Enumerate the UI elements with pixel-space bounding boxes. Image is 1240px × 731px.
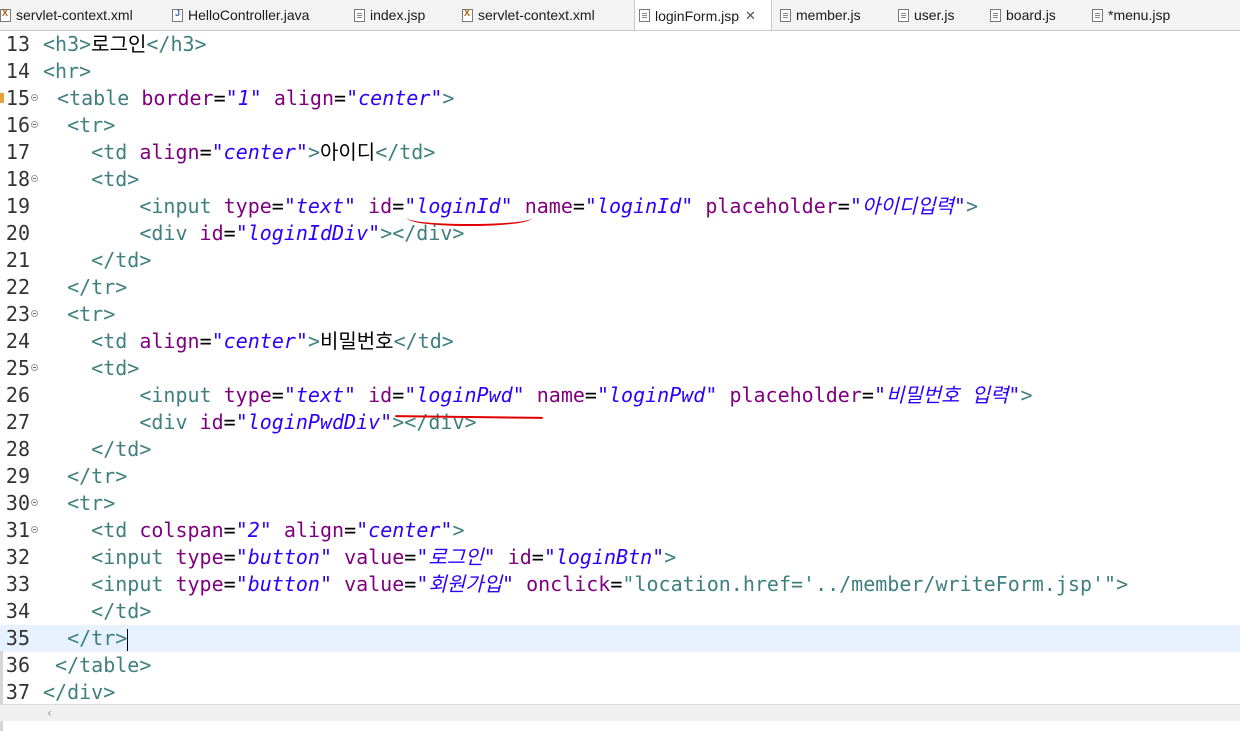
- code-line[interactable]: 34 </td>: [0, 598, 1240, 625]
- fold-toggle-icon[interactable]: [31, 121, 38, 128]
- line-number: 26: [5, 383, 30, 407]
- editor-tab-bar: servlet-context.xml HelloController.java…: [0, 0, 1240, 31]
- line-number: 14: [5, 59, 30, 83]
- line-number: 28: [5, 437, 30, 461]
- code-line[interactable]: 33 <input type="button" value="회원가입" onc…: [0, 571, 1240, 598]
- js-file-icon: [898, 8, 909, 22]
- jsp-file-icon: [1092, 8, 1103, 22]
- line-number: 35: [5, 626, 30, 650]
- line-number: 29: [5, 464, 30, 488]
- line-number: 15: [5, 86, 30, 110]
- code-line[interactable]: 16 <tr>: [0, 112, 1240, 139]
- code-line[interactable]: 23 <tr>: [0, 301, 1240, 328]
- line-number: 21: [5, 248, 30, 272]
- line-number: 22: [5, 275, 30, 299]
- line-number: 19: [5, 194, 30, 218]
- line-number: 25: [5, 356, 30, 380]
- line-number: 16: [5, 113, 30, 137]
- code-line[interactable]: 19 <input type="text" id="loginId" name=…: [0, 193, 1240, 220]
- text-cursor: [127, 628, 129, 651]
- code-line[interactable]: 21 </td>: [0, 247, 1240, 274]
- close-tab-icon[interactable]: ✕: [745, 8, 756, 24]
- tab-member-js[interactable]: member.js: [780, 0, 861, 30]
- fold-toggle-icon[interactable]: [31, 310, 38, 317]
- code-line[interactable]: 20 <div id="loginIdDiv"></div>: [0, 220, 1240, 247]
- code-line[interactable]: 32 <input type="button" value="로그인" id="…: [0, 544, 1240, 571]
- code-line[interactable]: 25 <td>: [0, 355, 1240, 382]
- fold-toggle-icon[interactable]: [31, 526, 38, 533]
- code-line[interactable]: 18 <td>: [0, 166, 1240, 193]
- js-file-icon: [990, 8, 1001, 22]
- code-line[interactable]: 13 <h3>로그인</h3>: [0, 31, 1240, 58]
- line-number: 32: [5, 545, 30, 569]
- code-line[interactable]: 14 <hr>: [0, 58, 1240, 85]
- fold-toggle-icon[interactable]: [31, 499, 38, 506]
- code-line[interactable]: 15 <table border="1" align="center">: [0, 85, 1240, 112]
- line-number: 33: [5, 572, 30, 596]
- code-line[interactable]: 28 </td>: [0, 436, 1240, 463]
- code-line[interactable]: 17 <td align="center">아이디</td>: [0, 139, 1240, 166]
- code-line[interactable]: 27 <div id="loginPwdDiv"></div>: [0, 409, 1240, 436]
- line-number: 20: [5, 221, 30, 245]
- tab-servlet-context-xml-2[interactable]: servlet-context.xml: [462, 0, 595, 30]
- line-number: 27: [5, 410, 30, 434]
- code-line[interactable]: 24 <td align="center">비밀번호</td>: [0, 328, 1240, 355]
- fold-toggle-icon[interactable]: [31, 364, 38, 371]
- js-file-icon: [780, 8, 791, 22]
- code-line[interactable]: 26 <input type="text" id="loginPwd" name…: [0, 382, 1240, 409]
- tab-servlet-context-xml-1[interactable]: servlet-context.xml: [0, 0, 133, 30]
- jsp-file-icon: [639, 9, 650, 22]
- code-line[interactable]: 22 </tr>: [0, 274, 1240, 301]
- tab-user-js[interactable]: user.js: [898, 0, 954, 30]
- tab-login-form-jsp[interactable]: loginForm.jsp ✕: [634, 0, 772, 30]
- jsp-file-icon: [354, 8, 365, 22]
- java-file-icon: [172, 8, 183, 22]
- fold-toggle-icon[interactable]: [31, 175, 38, 182]
- tab-hello-controller-java[interactable]: HelloController.java: [172, 0, 309, 30]
- horizontal-scrollbar[interactable]: ‹: [0, 704, 1240, 721]
- tab-index-jsp[interactable]: index.jsp: [354, 0, 425, 30]
- line-number: 13: [5, 32, 30, 56]
- code-editor[interactable]: 13 <h3>로그인</h3> 14 <hr> 15 <table border…: [0, 31, 1240, 731]
- scroll-left-icon[interactable]: ‹: [46, 705, 53, 721]
- line-number: 24: [5, 329, 30, 353]
- xml-file-icon: [462, 8, 473, 22]
- xml-file-icon: [0, 8, 11, 22]
- code-line-current[interactable]: 35 </tr>: [0, 625, 1240, 652]
- line-number: 17: [5, 140, 30, 164]
- line-number: 18: [5, 167, 30, 191]
- tab-board-js[interactable]: board.js: [990, 0, 1056, 30]
- code-line[interactable]: 37 </div>: [0, 679, 1240, 706]
- code-line[interactable]: 36 </table>: [0, 652, 1240, 679]
- code-line[interactable]: 31 <td colspan="2" align="center">: [0, 517, 1240, 544]
- line-number: 34: [5, 599, 30, 623]
- line-number: 23: [5, 302, 30, 326]
- code-line[interactable]: 29 </tr>: [0, 463, 1240, 490]
- tab-menu-jsp[interactable]: *menu.jsp: [1092, 0, 1170, 30]
- code-line[interactable]: 30 <tr>: [0, 490, 1240, 517]
- line-number: 36: [5, 653, 30, 677]
- line-number: 30: [5, 491, 30, 515]
- line-number: 37: [5, 680, 30, 704]
- fold-toggle-icon[interactable]: [31, 94, 38, 101]
- line-number: 31: [5, 518, 30, 542]
